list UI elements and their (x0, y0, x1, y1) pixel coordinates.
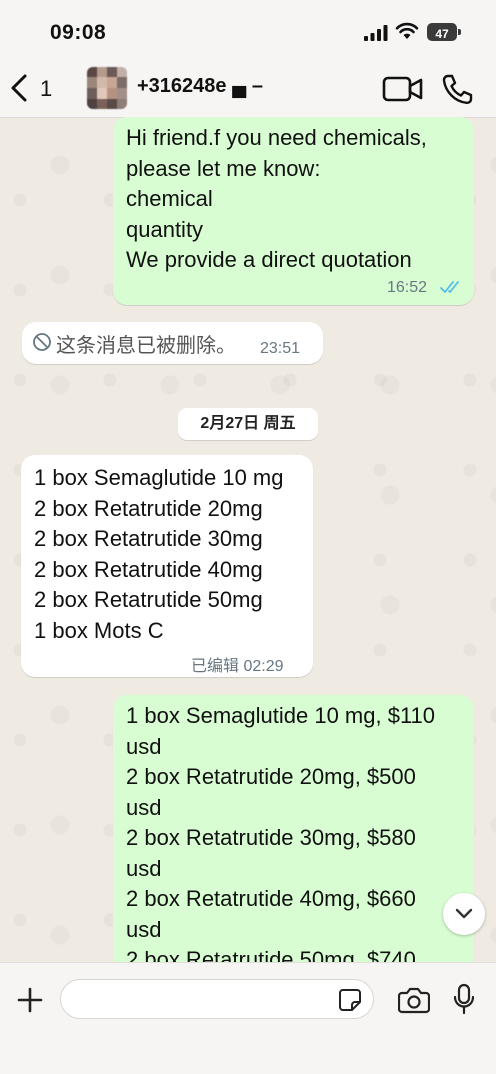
message-time: 23:51 (260, 340, 301, 357)
input-bar (0, 962, 496, 1074)
contact-name[interactable]: +316248е ▄ – (137, 75, 263, 98)
chat-header: 1 +316248е ▄ – (0, 60, 496, 118)
back-button[interactable]: 1 (8, 70, 60, 106)
message-edited-time: 已编辑 02:29 (191, 658, 284, 675)
date-separator: 2月27日 周五 (178, 408, 318, 440)
video-call-icon[interactable] (382, 74, 424, 104)
message-line: 2 box Retatrutide 30mg (34, 526, 263, 551)
message-line: 2 box Retatrutide 40mg (34, 556, 263, 582)
message-line: We provide a direct quotation (126, 247, 412, 272)
read-receipt-icon (440, 281, 459, 293)
message-line: quantity (126, 216, 204, 242)
message-input[interactable] (60, 979, 374, 1019)
avatar[interactable] (87, 67, 127, 109)
message-line: Hi friend.f you need chemicals, (126, 125, 427, 150)
message-line: usd (126, 733, 162, 759)
battery-icon: 47 (427, 23, 461, 41)
outgoing-message[interactable]: 1 box Semaglutide 10 mg, $110 usd 2 box … (113, 695, 474, 985)
deleted-message[interactable]: 这条消息已被删除。 23:51 (22, 322, 323, 364)
message-line: usd (126, 916, 162, 942)
scroll-to-bottom-button[interactable] (443, 893, 485, 935)
message-line: 2 box Retatrutide 50mg (34, 587, 263, 612)
sticker-icon[interactable] (338, 988, 362, 1012)
deleted-message-text: 这条消息已被删除。 (56, 335, 236, 357)
message-line: 1 box Semaglutide 10 mg, $110 (126, 703, 436, 728)
message-line: chemical (126, 186, 213, 211)
signal-icon (364, 25, 388, 41)
battery-level: 47 (435, 27, 449, 41)
status-bar: 09:08 47 (0, 0, 496, 60)
incoming-message[interactable]: 1 box Semaglutide 10 mg 2 box Retatrutid… (21, 455, 313, 677)
message-line: 2 box Retatrutide 30mg, $580 (126, 825, 416, 850)
message-line: 2 box Retatrutide 20mg (34, 495, 263, 521)
message-line: 1 box Mots C (34, 617, 164, 643)
message-line: usd (126, 794, 162, 820)
wifi-icon (395, 22, 419, 39)
outgoing-message[interactable]: Hi friend.f you need chemicals, please l… (113, 117, 474, 305)
message-time: 16:52 (387, 279, 428, 296)
status-time: 09:08 (50, 21, 107, 44)
phone-call-icon[interactable] (440, 73, 474, 105)
message-line: please let me know: (126, 155, 321, 181)
chevron-down-icon (455, 908, 473, 919)
message-line: 2 box Retatrutide 20mg, $500 (126, 764, 416, 789)
message-line: 1 box Semaglutide 10 mg (34, 465, 284, 490)
back-chevron-icon (11, 74, 27, 102)
message-line: 2 box Retatrutide 40mg, $660 (126, 886, 416, 911)
message-line: usd (126, 855, 162, 881)
microphone-icon[interactable] (452, 983, 476, 1015)
camera-icon[interactable] (398, 986, 430, 1014)
plus-icon[interactable] (17, 987, 43, 1013)
deleted-icon (33, 333, 51, 351)
unread-count: 1 (40, 76, 53, 101)
